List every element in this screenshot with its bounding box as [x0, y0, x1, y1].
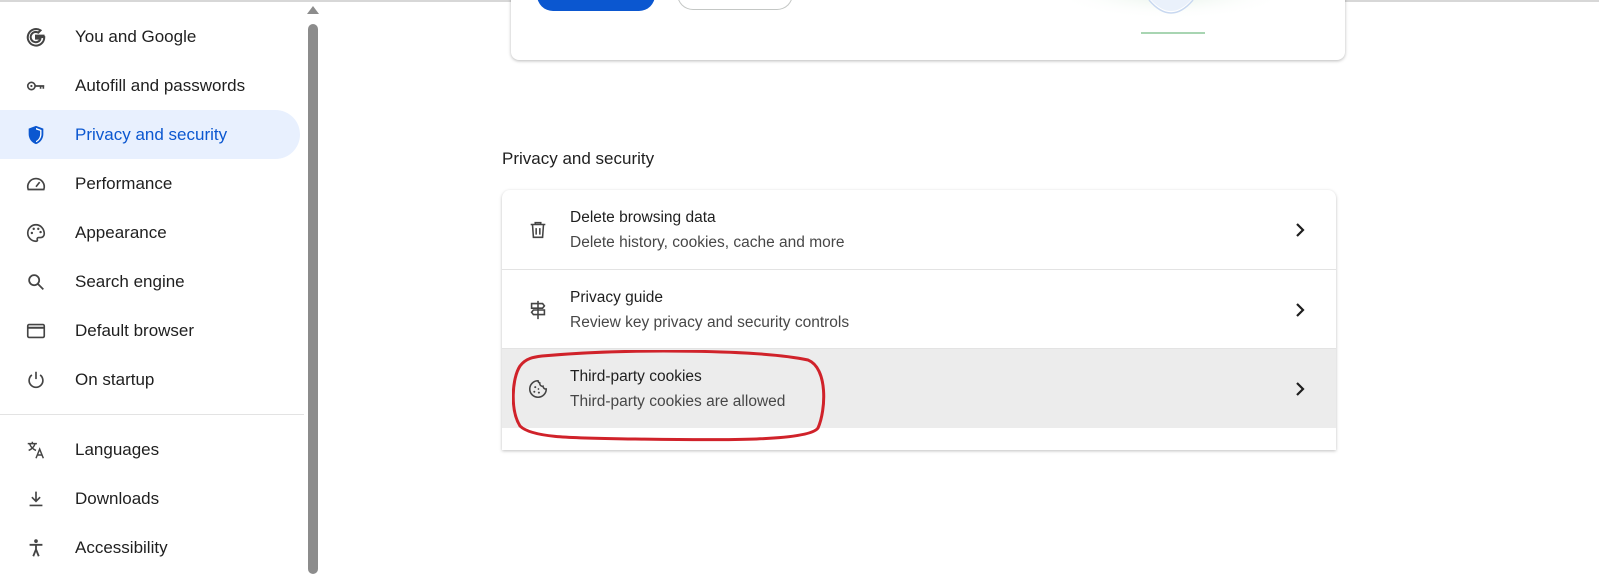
sidebar-item-downloads[interactable]: Downloads	[0, 474, 300, 523]
sidebar-item-on-startup[interactable]: On startup	[0, 355, 300, 404]
download-icon	[24, 487, 48, 511]
sidebar-item-label: You and Google	[75, 26, 197, 46]
shield-illustration	[1071, 0, 1271, 34]
sidebar-item-search-engine[interactable]: Search engine	[0, 257, 300, 306]
google-g-icon	[24, 25, 48, 49]
row-subtitle: Review key privacy and security controls	[570, 314, 850, 331]
sidebar-item-label: Default browser	[75, 320, 195, 340]
power-icon	[24, 368, 48, 392]
sidebar-item-label: Search engine	[75, 271, 185, 291]
scroll-up-arrow-icon[interactable]	[306, 6, 320, 16]
browser-window-icon	[24, 319, 48, 343]
sidebar-item-languages[interactable]: Languages	[0, 425, 300, 474]
sidebar-item-accessibility[interactable]: Accessibility	[0, 523, 300, 572]
sidebar-scrollbar[interactable]	[306, 2, 320, 576]
sidebar-item-label: Performance	[75, 173, 173, 193]
accessibility-icon	[24, 536, 48, 560]
chevron-right-icon	[1292, 379, 1308, 399]
search-icon	[24, 270, 48, 294]
sidebar-item-label: Languages	[75, 439, 160, 459]
sidebar-item-performance[interactable]: Performance	[0, 159, 300, 208]
primary-action-button[interactable]	[537, 0, 655, 11]
section-title: Privacy and security	[502, 149, 655, 168]
sidebar-item-appearance[interactable]: Appearance	[0, 208, 300, 257]
key-icon	[24, 74, 48, 98]
row-subtitle: Third-party cookies are allowed	[570, 393, 786, 410]
row-title: Third-party cookies	[570, 368, 702, 385]
row-title: Privacy guide	[570, 289, 664, 306]
palette-icon	[24, 221, 48, 245]
secondary-action-button[interactable]	[677, 0, 793, 10]
sidebar-item-you-and-google[interactable]: You and Google	[0, 12, 300, 61]
scrollbar-thumb[interactable]	[308, 24, 318, 574]
shield-icon	[24, 123, 48, 147]
cookie-icon	[526, 377, 550, 401]
settings-sidebar: You and Google Autofill and passwords Pr…	[0, 2, 306, 576]
signpost-icon	[526, 298, 550, 322]
sidebar-item-label: Accessibility	[75, 537, 168, 557]
safety-check-card	[511, 0, 1345, 60]
sidebar-item-label: On startup	[75, 369, 155, 389]
sidebar-item-label: Downloads	[75, 488, 160, 508]
privacy-settings-card: Delete browsing data Delete history, coo…	[502, 190, 1336, 450]
sidebar-item-default-browser[interactable]: Default browser	[0, 306, 300, 355]
sidebar-item-label: Privacy and security	[75, 124, 228, 144]
trash-icon	[526, 218, 550, 242]
chevron-right-icon	[1292, 220, 1308, 240]
speedometer-icon	[24, 172, 48, 196]
sidebar-divider	[0, 414, 304, 415]
sidebar-item-autofill[interactable]: Autofill and passwords	[0, 61, 300, 110]
row-title: Delete browsing data	[570, 209, 716, 226]
row-subtitle: Delete history, cookies, cache and more	[570, 234, 845, 251]
delete-browsing-data-row[interactable]: Delete browsing data Delete history, coo…	[502, 190, 1336, 270]
translate-icon	[24, 438, 48, 462]
sidebar-item-label: Autofill and passwords	[75, 75, 246, 95]
chevron-right-icon	[1292, 300, 1308, 320]
sidebar-item-privacy-and-security[interactable]: Privacy and security	[0, 110, 300, 159]
sidebar-item-label: Appearance	[75, 222, 167, 242]
third-party-cookies-row[interactable]: Third-party cookies Third-party cookies …	[502, 348, 1336, 428]
privacy-guide-row[interactable]: Privacy guide Review key privacy and sec…	[502, 269, 1336, 349]
